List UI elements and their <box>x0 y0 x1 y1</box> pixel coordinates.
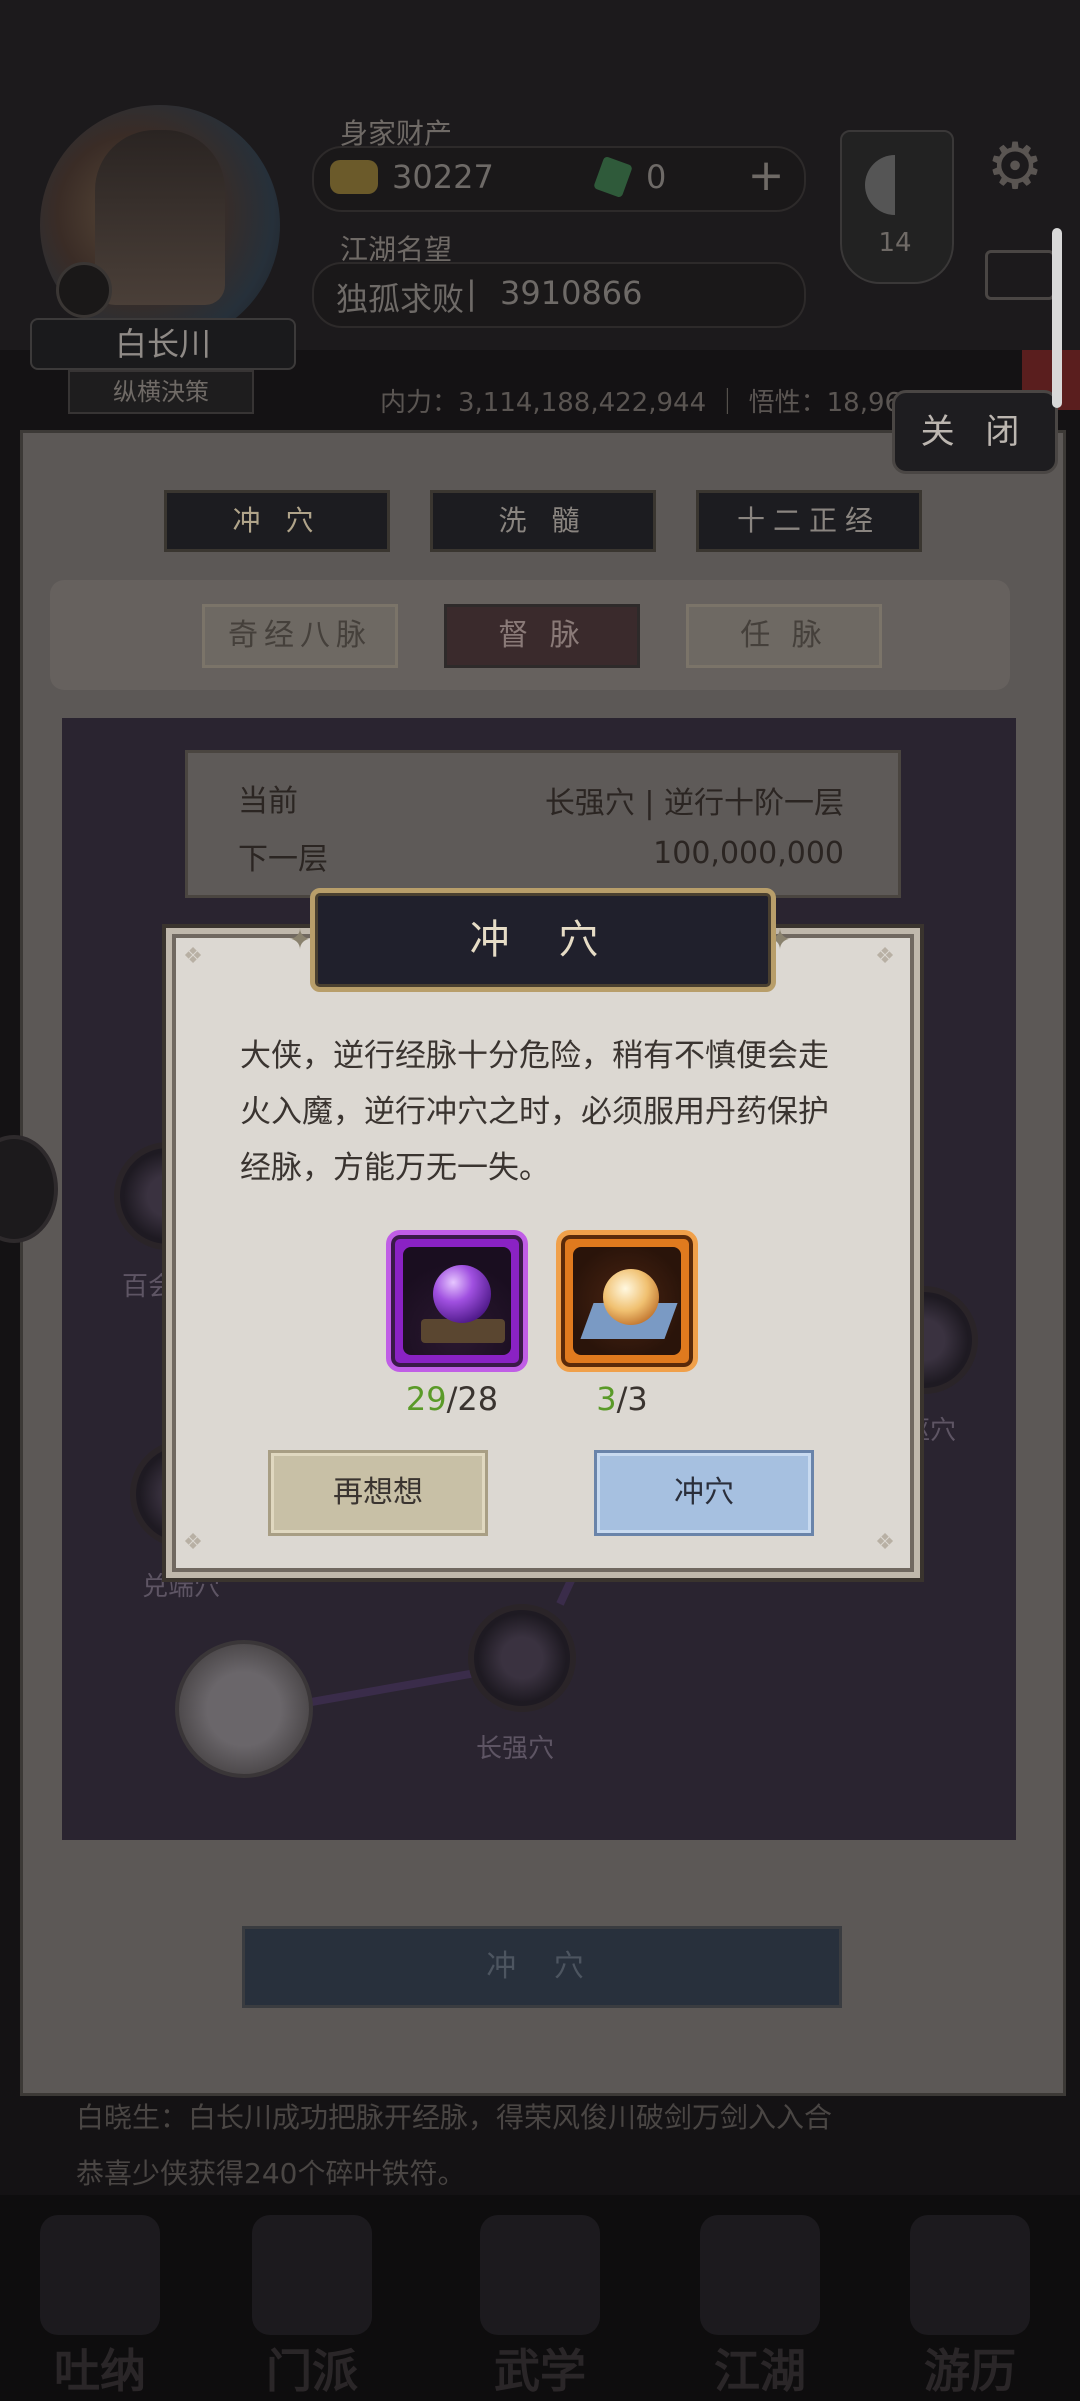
scrollbar[interactable] <box>1052 228 1062 408</box>
avatar-badge-icon <box>56 262 112 318</box>
gem-amount: 0 <box>646 158 667 196</box>
corner-ornament-icon: ❖ <box>183 1530 203 1555</box>
golden-pill-item[interactable] <box>556 1230 698 1372</box>
subtab-eight-extra[interactable]: 奇经八脉 <box>202 604 398 668</box>
acupoint-node[interactable] <box>468 1604 576 1712</box>
close-button[interactable]: 关 闭 <box>892 390 1058 474</box>
purple-orb-count: 29/28 <box>405 1380 499 1418</box>
reputation-divider: | <box>466 274 477 312</box>
golden-pill-count: 3/3 <box>596 1380 648 1418</box>
taiji-icon <box>865 155 925 215</box>
nav-label: 吐纳 <box>54 2344 146 2398</box>
dialog-title: 冲 穴 <box>469 917 617 963</box>
golden-pill-icon <box>603 1269 659 1325</box>
add-currency-button[interactable]: + <box>740 150 792 202</box>
reputation-value: 3910866 <box>500 274 643 312</box>
travel-icon <box>910 2215 1030 2335</box>
breathing-icon <box>40 2215 160 2335</box>
tab-twelve-meridians[interactable]: 十二正经 <box>696 490 922 552</box>
player-subtitle: 纵横決策 <box>68 370 254 414</box>
news-line: 白晓生：白长川成功把脉开经脉，得荣风俊川破剑万剑入入合 <box>76 2101 833 2134</box>
sect-icon <box>252 2215 372 2335</box>
cancel-button[interactable]: 再想想 <box>268 1450 488 1536</box>
nav-martial-arts[interactable]: 武学 <box>450 2205 630 2398</box>
next-label: 下一层 <box>238 842 328 877</box>
avatar[interactable] <box>95 130 225 305</box>
current-value: 长强穴 | 逆行十阶一层 <box>544 786 844 821</box>
corner-ornament-icon: ❖ <box>875 1530 895 1555</box>
nav-travel[interactable]: 游历 <box>880 2205 1060 2398</box>
news-line: 恭喜少侠获得240个碎叶铁符。 <box>76 2157 466 2190</box>
subtab-conception-vessel[interactable]: 任 脉 <box>686 604 882 668</box>
nav-sect[interactable]: 门派 <box>222 2205 402 2398</box>
confirm-button[interactable]: 冲穴 <box>594 1450 814 1536</box>
purple-orb-item[interactable] <box>386 1230 528 1372</box>
news-ticker: 白晓生：白长川成功把脉开经脉，得荣风俊川破剑万剑入入合 恭喜少侠获得240个碎叶… <box>76 2090 832 2202</box>
break-acupoint-button[interactable]: 冲 穴 <box>242 1926 842 2008</box>
stats-line: 内力：3,114,188,422,944 ｜ 悟性：18,962 <box>380 388 918 418</box>
dialog-message: 大侠，逆行经脉十分危险，稍有不慎便会走火入魔，逆行冲穴之时，必须服用丹药保护经脉… <box>240 1038 829 1186</box>
martial-arts-icon <box>480 2215 600 2335</box>
next-value: 100,000,000 <box>653 836 844 871</box>
nav-label: 江湖 <box>714 2344 806 2398</box>
nav-label: 武学 <box>494 2344 586 2398</box>
mail-icon[interactable] <box>985 250 1055 300</box>
corner-ornament-icon: ❖ <box>183 944 203 969</box>
tab-break-acupoint[interactable]: 冲 穴 <box>164 490 390 552</box>
gold-coin-icon <box>330 160 378 194</box>
rank-level: 14 <box>878 228 912 258</box>
nav-breathing[interactable]: 吐纳 <box>10 2205 190 2398</box>
gear-icon[interactable]: ⚙ <box>980 132 1050 202</box>
gold-amount: 30227 <box>392 158 494 196</box>
node-label: 长强穴 <box>476 1734 555 1764</box>
moon-node-icon[interactable] <box>175 1640 313 1778</box>
jianghu-icon <box>700 2215 820 2335</box>
reputation-title: 独孤求败 <box>336 280 465 318</box>
tab-marrow-wash[interactable]: 洗 髓 <box>430 490 656 552</box>
purple-orb-icon <box>433 1265 491 1323</box>
player-name: 白长川 <box>30 318 296 370</box>
nav-label: 游历 <box>924 2344 1016 2398</box>
node-label: 百会 <box>122 1272 175 1302</box>
current-label: 当前 <box>238 784 298 819</box>
wealth-bar <box>312 146 806 212</box>
nav-jianghu[interactable]: 江湖 <box>670 2205 850 2398</box>
corner-ornament-icon: ❖ <box>875 944 895 969</box>
subtab-governor-vessel[interactable]: 督 脉 <box>444 604 640 668</box>
nav-label: 门派 <box>266 2344 358 2398</box>
